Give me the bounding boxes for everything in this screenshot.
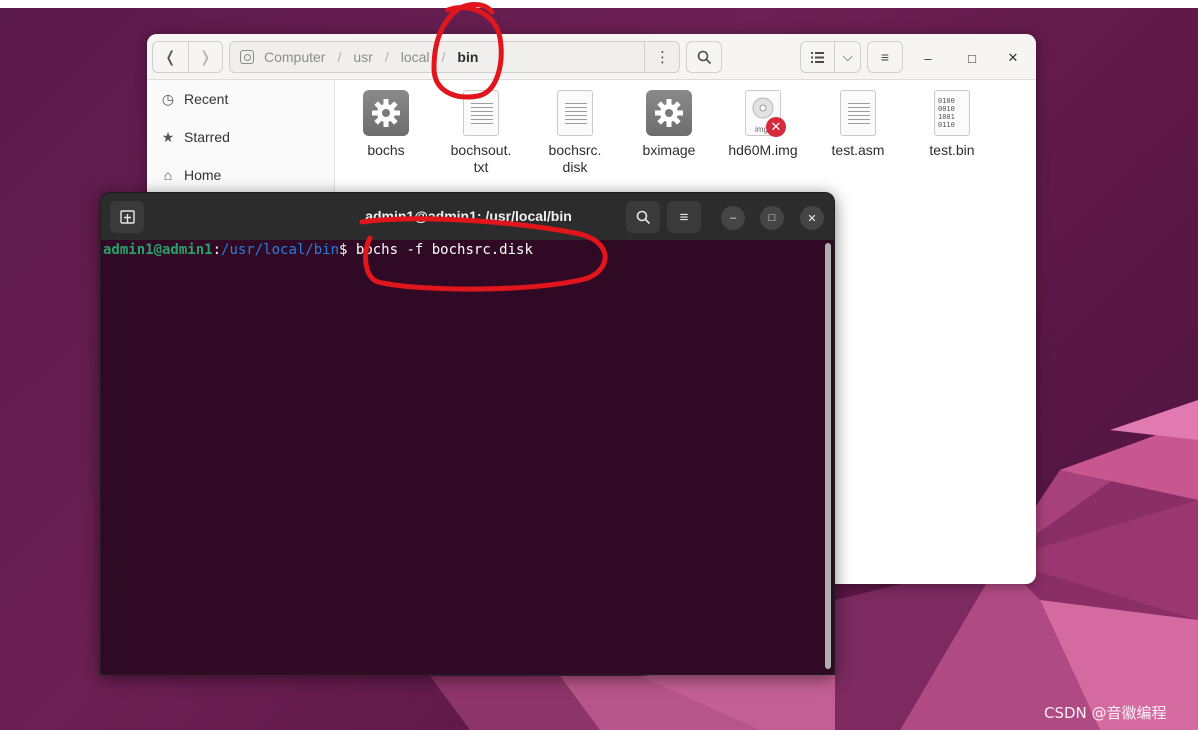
terminal-scrollbar-thumb[interactable]: [825, 243, 831, 669]
executable-gear-icon: [646, 90, 692, 136]
breadcrumb-usr[interactable]: usr: [351, 49, 374, 65]
view-options: ⌵: [800, 41, 861, 73]
chevron-down-icon: ⌵: [842, 49, 853, 64]
file-item-test-asm[interactable]: test.asm: [810, 88, 906, 159]
sidebar-item-home[interactable]: ⌂ Home: [147, 156, 334, 194]
file-item-bximage[interactable]: bximage: [621, 88, 717, 159]
terminal-window: admin1@admin1: /usr/local/bin ≡ – □ ✕ ad…: [100, 192, 835, 675]
file-name: bochsrc.: [548, 142, 602, 158]
breadcrumb-local[interactable]: local: [399, 49, 432, 65]
sidebar-item-recent[interactable]: ◷ Recent: [147, 80, 334, 118]
file-name-line2: disk: [562, 159, 588, 175]
prompt-colon: :: [212, 242, 222, 258]
prompt-user: admin1@admin1: [103, 242, 213, 258]
back-button[interactable]: ❬: [153, 42, 188, 72]
forward-button[interactable]: ❭: [187, 42, 223, 72]
search-icon: [697, 50, 711, 64]
terminal-headerbar: admin1@admin1: /usr/local/bin ≡ – □ ✕: [101, 193, 834, 240]
file-name-line2: txt: [473, 159, 489, 175]
list-view-button[interactable]: [801, 42, 834, 72]
new-tab-icon: [119, 210, 135, 224]
breadcrumb-computer[interactable]: Computer: [262, 49, 327, 65]
view-dropdown-button[interactable]: ⌵: [834, 42, 860, 72]
search-button[interactable]: [686, 41, 722, 73]
file-name: bochs: [367, 142, 405, 158]
hamburger-menu-icon: ≡: [679, 208, 689, 226]
sidebar-item-label: Starred: [184, 129, 230, 145]
new-tab-button[interactable]: [110, 201, 144, 233]
text-file-icon: [557, 90, 593, 136]
file-item-bochsrc-disk[interactable]: bochsrc. disk: [527, 88, 623, 176]
home-icon: ⌂: [163, 167, 173, 183]
file-name: test.asm: [831, 142, 885, 158]
file-item-test-bin[interactable]: 0100 0010 1001 0110 test.bin: [904, 88, 1000, 159]
terminal-output[interactable]: admin1@admin1:/usr/local/bin$ bochs -f b…: [101, 240, 834, 674]
terminal-close-button[interactable]: ✕: [800, 206, 824, 230]
breadcrumb-separator: /: [337, 49, 342, 65]
minimize-icon: –: [729, 212, 737, 224]
terminal-title: admin1@admin1: /usr/local/bin: [365, 208, 572, 224]
close-button[interactable]: ✕: [1001, 46, 1025, 70]
sidebar-item-starred[interactable]: ★ Starred: [147, 118, 334, 156]
main-menu-button[interactable]: ≡: [867, 41, 903, 73]
search-icon: [636, 210, 650, 224]
hamburger-menu-icon: ≡: [880, 49, 890, 65]
terminal-command: bochs -f bochsrc.disk: [347, 242, 533, 258]
clock-icon: ◷: [161, 90, 175, 107]
file-name: test.bin: [929, 142, 975, 158]
terminal-search-button[interactable]: [626, 201, 660, 233]
error-x-icon: ✕: [766, 117, 786, 137]
sidebar-item-label: Recent: [184, 91, 229, 107]
breadcrumb-separator: /: [441, 49, 446, 65]
terminal-menu-button[interactable]: ≡: [667, 201, 701, 233]
watermark: CSDN @音徽编程: [1044, 704, 1167, 722]
close-icon: ✕: [1007, 50, 1019, 65]
file-item-bochs[interactable]: bochs: [338, 88, 434, 159]
terminal-minimize-button[interactable]: –: [721, 206, 745, 230]
text-file-icon: [463, 90, 499, 136]
binary-file-icon: 0100 0010 1001 0110: [934, 90, 970, 136]
breadcrumb-bin[interactable]: bin: [455, 49, 480, 65]
chevron-left-icon: ❬: [163, 49, 177, 66]
file-name: bochsout.: [450, 142, 512, 158]
files-headerbar: ❬ ❭ Computer / usr / local / bin ⋮ ⌵ ≡ –…: [147, 34, 1036, 80]
chevron-right-icon: ❭: [198, 49, 212, 66]
sidebar-item-label: Home: [184, 167, 222, 183]
maximize-icon: □: [768, 212, 776, 224]
drive-icon: [240, 50, 254, 64]
file-name: hd60M.img: [728, 142, 798, 158]
list-view-icon: [811, 51, 825, 63]
text-file-icon: [840, 90, 876, 136]
file-name: bximage: [642, 142, 696, 158]
file-item-hd60m-img[interactable]: img ✕ hd60M.img: [715, 88, 811, 159]
star-icon: ★: [161, 128, 175, 145]
binary-icon-text: 0100 0010 1001 0110: [938, 97, 955, 129]
prompt-path: /usr/local/bin: [221, 242, 340, 258]
navigation-buttons: ❬ ❭: [152, 41, 223, 73]
executable-gear-icon: [363, 90, 409, 136]
breadcrumb-separator: /: [384, 49, 389, 65]
terminal-maximize-button[interactable]: □: [760, 206, 784, 230]
maximize-icon: □: [968, 50, 976, 66]
minimize-icon: –: [924, 50, 932, 66]
path-menu-button[interactable]: ⋮: [644, 41, 680, 73]
disk-image-icon: img ✕: [745, 90, 786, 137]
path-bar: Computer / usr / local / bin: [229, 41, 680, 73]
maximize-button[interactable]: □: [960, 46, 984, 70]
terminal-scrollbar[interactable]: [825, 243, 831, 669]
kebab-menu-icon: ⋮: [655, 49, 670, 66]
minimize-button[interactable]: –: [916, 46, 940, 70]
file-item-bochsout-txt[interactable]: bochsout. txt: [433, 88, 529, 176]
close-icon: ✕: [807, 212, 817, 225]
